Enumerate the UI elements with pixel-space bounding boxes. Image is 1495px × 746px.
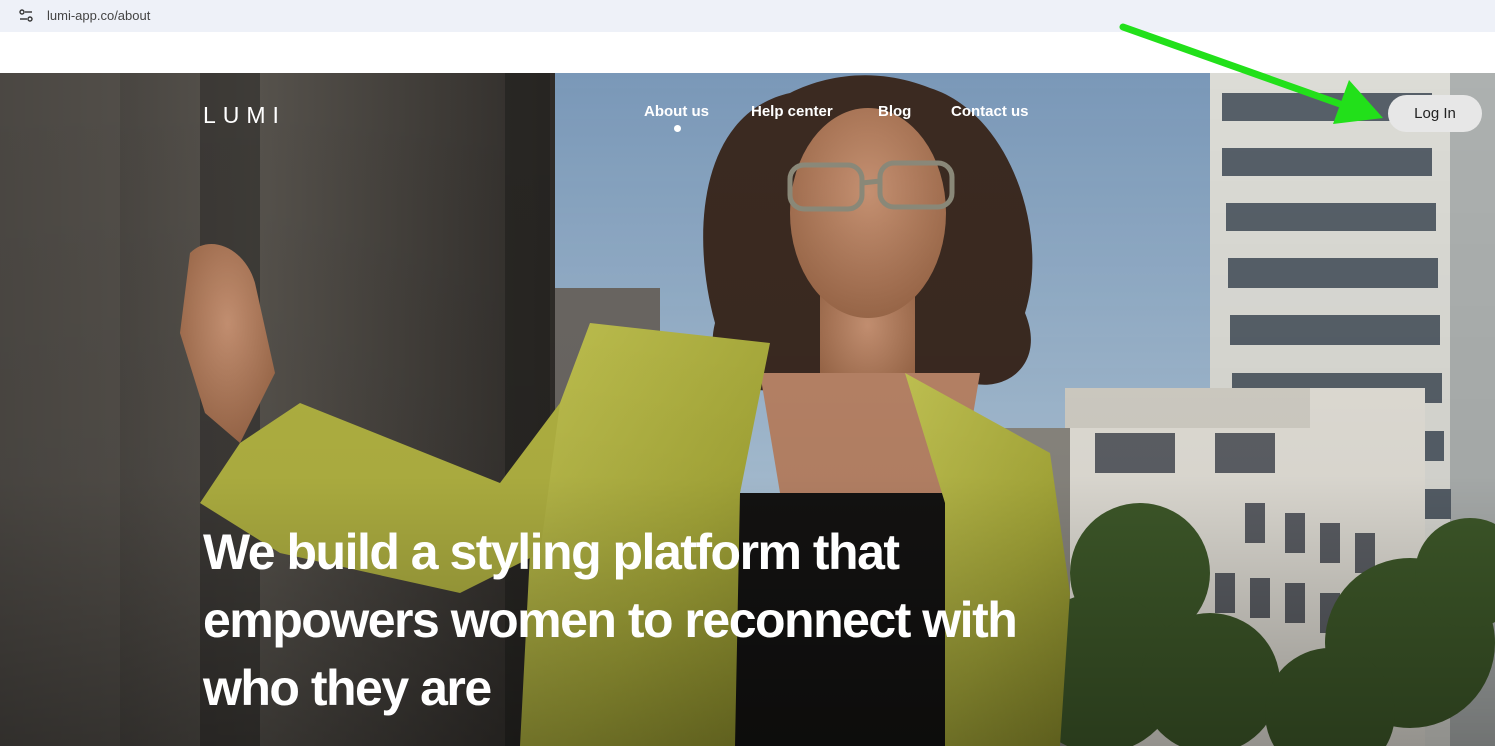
nav-contact-us[interactable]: Contact us	[951, 103, 1029, 120]
active-nav-indicator	[674, 125, 681, 132]
page-top-gap	[0, 32, 1495, 73]
headline-line: who they are	[203, 660, 492, 716]
browser-address-bar: lumi-app.co/about	[0, 0, 1495, 32]
url-text[interactable]: lumi-app.co/about	[47, 8, 150, 23]
nav-blog[interactable]: Blog	[878, 103, 911, 120]
headline-line: empowers women to reconnect with	[203, 592, 1018, 648]
login-button[interactable]: Log In	[1388, 95, 1482, 132]
lumi-logo[interactable]: LUMI	[203, 102, 286, 129]
tune-icon[interactable]	[18, 8, 34, 24]
hero-section: LUMI About us Help center Blog Contact u…	[0, 73, 1495, 746]
headline-line: We build a styling platform that	[203, 524, 900, 580]
hero-headline: We build a styling platform that empower…	[203, 518, 1103, 722]
nav-about-us[interactable]: About us	[644, 103, 709, 120]
nav-help-center[interactable]: Help center	[751, 103, 833, 120]
